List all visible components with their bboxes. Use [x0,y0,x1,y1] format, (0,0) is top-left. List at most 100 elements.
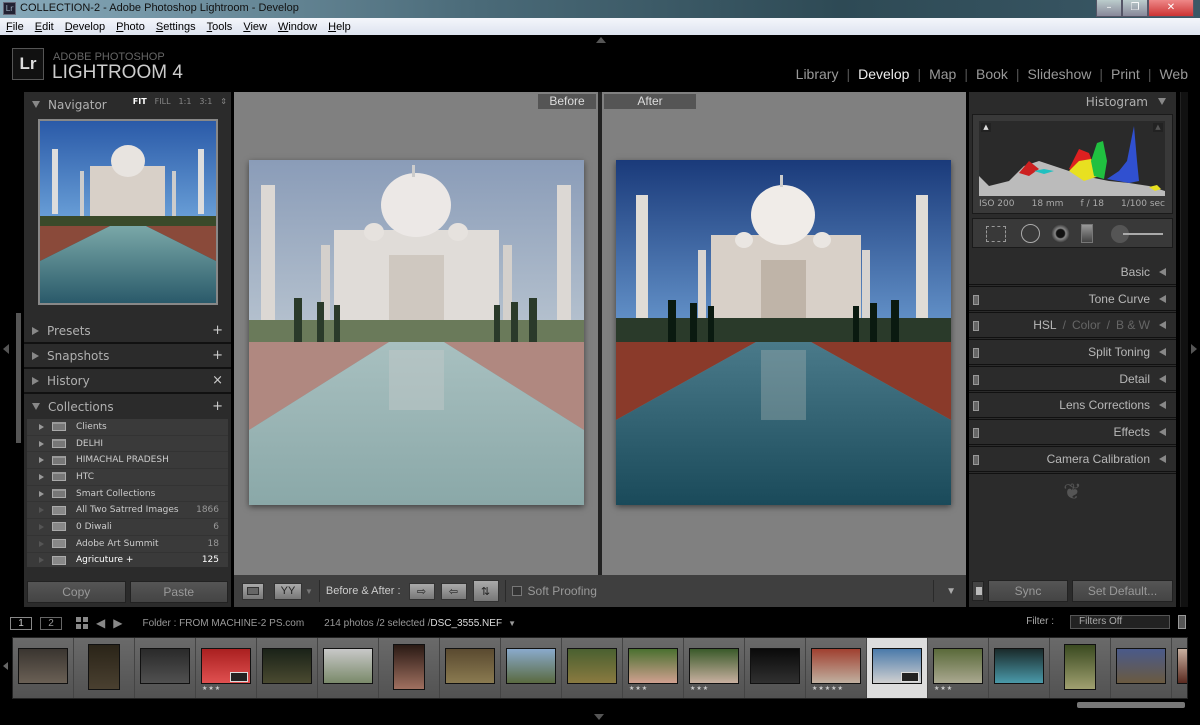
panel-toggle-switch[interactable] [973,321,979,332]
expand-icon[interactable] [39,490,44,497]
collection-item[interactable]: HTC [27,469,228,486]
back-arrow-icon[interactable]: ◀ [96,616,105,630]
navigator-preview[interactable] [37,119,218,305]
view-mode-dropdown-icon[interactable]: ▼ [305,587,313,596]
source-dropdown-icon[interactable]: ▼ [508,619,516,628]
panel-effects[interactable]: Effects [969,420,1176,447]
filmstrip-thumbnail[interactable]: ★★★ [196,638,257,698]
expand-icon[interactable] [39,423,44,430]
filmstrip-thumbnail[interactable] [318,638,379,698]
filter-select[interactable]: Filters Off [1070,615,1170,629]
spot-removal-tool-icon[interactable] [1021,224,1040,243]
navigator-header[interactable]: Navigator FIT FILL 1:1 3:1 ⇕ [24,92,231,117]
expand-icon[interactable] [39,457,44,464]
shadow-clipping-icon[interactable]: ▲ [981,123,991,132]
before-pane[interactable]: Before [234,92,598,575]
panel-basic[interactable]: Basic [969,260,1176,287]
collections-header[interactable]: Collections + [24,394,231,419]
add-snapshot-icon[interactable]: + [212,348,223,363]
filmstrip-thumbnail[interactable] [745,638,806,698]
soft-proofing-checkbox[interactable] [511,586,522,596]
menu-view[interactable]: View [237,21,272,33]
histogram-header[interactable]: Histogram [969,92,1176,112]
add-collection-icon[interactable]: + [212,399,223,414]
filmstrip-thumbnail[interactable] [501,638,562,698]
module-book[interactable]: Book [976,66,1008,82]
module-map[interactable]: Map [929,66,956,82]
filmstrip-thumbnail[interactable] [1172,638,1187,698]
panel-subtab[interactable]: Color [1072,318,1101,332]
copy-after-to-before-button[interactable]: ⇦ [440,582,467,600]
graduated-filter-tool-icon[interactable] [1081,224,1093,243]
after-photo[interactable] [616,160,951,505]
collection-item[interactable]: DELHI [27,436,228,453]
zoom-3-1[interactable]: 3:1 [199,97,212,106]
copy-before-to-after-button[interactable]: ⇨ [408,582,435,600]
collection-item[interactable]: Smart Collections [27,486,228,503]
menu-window[interactable]: Window [272,21,322,33]
secondary-window-button[interactable]: 2 [40,616,62,630]
filter-lock-switch[interactable] [1178,615,1186,629]
highlight-clipping-icon[interactable]: ▲ [1153,123,1163,132]
panel-toggle-switch[interactable] [973,374,979,385]
filmstrip-thumbnail[interactable] [135,638,196,698]
add-preset-icon[interactable]: + [212,323,223,338]
clear-history-icon[interactable]: × [212,373,223,388]
collection-item[interactable]: Agricuture + 125 [27,553,228,568]
right-panel-scrollbar[interactable] [1180,92,1188,607]
module-develop[interactable]: Develop [858,66,909,82]
module-library[interactable]: Library [796,66,839,82]
left-panel-scrollbar[interactable] [16,313,21,443]
before-after-view-button[interactable]: YY [274,582,302,600]
history-header[interactable]: History × [24,369,231,394]
collection-item[interactable]: Clients [27,419,228,436]
histogram-graph[interactable]: ▲ ▲ [979,121,1165,196]
panel-toggle-switch[interactable] [973,401,979,412]
filmstrip-thumbnail[interactable] [989,638,1050,698]
filmstrip-thumbnail[interactable] [74,638,135,698]
panel-toggle-switch[interactable] [973,454,979,465]
after-pane[interactable]: After [602,92,966,575]
filmstrip-thumbnail[interactable] [379,638,440,698]
snapshots-header[interactable]: Snapshots + [24,344,231,369]
expand-icon[interactable] [39,440,44,447]
expand-icon[interactable] [39,473,44,480]
menu-photo[interactable]: Photo [110,21,150,33]
menu-edit[interactable]: Edit [29,21,59,33]
swap-before-after-button[interactable]: ⇅ [472,580,499,602]
zoom-fit[interactable]: FIT [133,97,147,106]
menu-settings[interactable]: Settings [150,21,201,33]
panel-subtab[interactable]: B & W [1116,318,1150,332]
module-print[interactable]: Print [1111,66,1140,82]
panel-toggle-switch[interactable] [973,428,979,439]
left-panel-toggle-icon[interactable] [3,344,9,354]
copy-button[interactable]: Copy [27,581,126,603]
filmstrip-thumbnail[interactable]: ★★★ [623,638,684,698]
filmstrip-thumbnail[interactable]: ★★★ [684,638,745,698]
collection-item[interactable]: 0 Diwali 6 [27,519,228,536]
filmstrip-thumbnail[interactable]: ★★★ [928,638,989,698]
paste-button[interactable]: Paste [129,581,228,603]
loupe-view-button[interactable] [242,582,264,600]
menu-develop[interactable]: Develop [59,21,110,33]
filmstrip-thumbnail[interactable] [13,638,74,698]
filmstrip-thumbnail[interactable] [257,638,318,698]
minimize-button[interactable]: – [1096,0,1122,17]
panel-hsl[interactable]: HSL / Color / B & W [969,313,1176,341]
sync-button[interactable]: Sync [988,580,1068,602]
panel-lens-corrections[interactable]: Lens Corrections [969,393,1176,421]
presets-header[interactable]: Presets + [24,319,231,344]
panel-toggle-switch[interactable] [973,294,979,305]
panel-split-toning[interactable]: Split Toning [969,340,1176,367]
collection-item[interactable]: Adobe Art Summit 18 [27,536,228,553]
filmstrip-source[interactable]: Folder : FROM MACHINE-2 PS.com [142,618,304,629]
filmstrip-thumbnail[interactable] [1050,638,1111,698]
forward-arrow-icon[interactable]: ▶ [113,616,122,630]
menu-tools[interactable]: Tools [201,21,238,33]
top-panel-toggle-icon[interactable] [596,37,606,43]
module-web[interactable]: Web [1159,66,1188,82]
module-slideshow[interactable]: Slideshow [1028,66,1092,82]
red-eye-tool-icon[interactable] [1051,224,1070,243]
filmstrip-thumbnail[interactable] [1111,638,1172,698]
panel-detail[interactable]: Detail [969,367,1176,394]
